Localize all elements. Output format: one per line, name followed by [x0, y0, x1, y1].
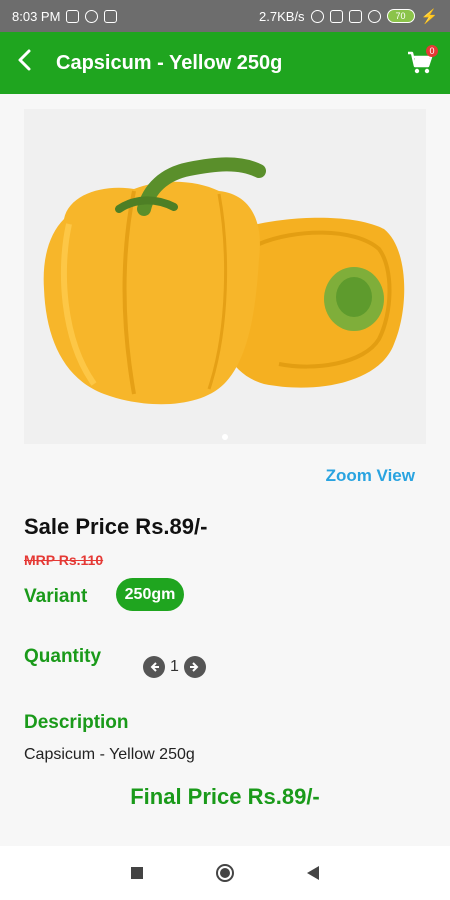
- description-text: Capsicum - Yellow 250g: [24, 746, 195, 763]
- app-bar: Capsicum - Yellow 250g 0: [0, 32, 450, 94]
- status-left: 8:03 PM: [12, 8, 118, 24]
- alarm-icon: [310, 9, 324, 23]
- status-speed: 2.7KB/s: [259, 8, 305, 24]
- tiktok-icon: [85, 9, 99, 23]
- vibrate-icon: [329, 9, 343, 23]
- status-bar: 8:03 PM 2.7KB/s 70 ⚡: [0, 0, 450, 32]
- app-icon: [104, 9, 118, 23]
- product-image[interactable]: [24, 109, 426, 444]
- system-nav-bar: [0, 846, 450, 900]
- back-arrow-icon: [18, 49, 31, 71]
- sale-price: Sale Price Rs.89/-: [24, 514, 208, 539]
- variant-option-button[interactable]: 250gm: [116, 578, 184, 611]
- variant-label: Variant: [24, 586, 88, 607]
- product-image-drawing: [43, 157, 405, 405]
- cart-button[interactable]: 0: [406, 45, 438, 77]
- cart-count-badge: 0: [426, 45, 438, 57]
- zoom-view-link[interactable]: Zoom View: [326, 466, 415, 486]
- page-title: Capsicum - Yellow 250g: [56, 51, 283, 74]
- quantity-label: Quantity: [24, 646, 102, 667]
- battery-icon: 70: [386, 9, 415, 23]
- carousel-dot[interactable]: [222, 434, 228, 440]
- back-button[interactable]: [16, 32, 44, 94]
- description-label: Description: [24, 712, 129, 733]
- quantity-value: 1: [170, 658, 179, 675]
- quantity-stepper: 1: [143, 656, 206, 678]
- home-circle-icon[interactable]: [215, 864, 234, 882]
- final-price: Final Price Rs.89/-: [130, 784, 320, 809]
- decrease-quantity-button[interactable]: [143, 656, 165, 678]
- status-right: 2.7KB/s 70 ⚡: [259, 8, 438, 25]
- mrp-price: MRP Rs.110: [24, 552, 104, 568]
- charging-icon: ⚡: [420, 7, 438, 24]
- notification-icon: [66, 9, 80, 23]
- product-detail: Zoom View Sale Price Rs.89/- MRP Rs.110 …: [0, 94, 450, 846]
- chevron-right-icon: [189, 662, 199, 672]
- status-time: 8:03 PM: [12, 8, 61, 24]
- signal-icon: [348, 9, 362, 23]
- wifi-icon: [367, 9, 381, 23]
- back-triangle-icon[interactable]: [306, 866, 319, 880]
- chevron-left-icon: [150, 662, 159, 672]
- increase-quantity-button[interactable]: [183, 656, 206, 678]
- recents-square-icon[interactable]: [131, 867, 144, 879]
